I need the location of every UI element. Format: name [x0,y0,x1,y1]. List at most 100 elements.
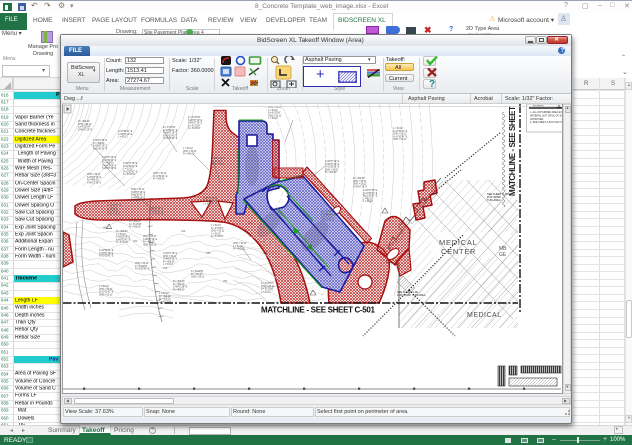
svg-text:CHD = 50.11': CHD = 50.11' [325,169,339,171]
svg-text:Δ = 6°22'54": Δ = 6°22'54" [163,126,176,129]
svg-text:CHD = 50.11': CHD = 50.11' [211,164,225,166]
svg-text:L = 50.12': L = 50.12' [261,291,272,293]
svg-text:S 48°07'19" E: S 48°07'19" E [149,208,164,210]
svg-text:N 41°52'41" E: N 41°52'41" E [116,239,131,241]
svg-text:CHD = 50.11': CHD = 50.11' [135,263,149,265]
svg-text:L = 50.12': L = 50.12' [116,234,127,236]
svg-text:R = 450.00': R = 450.00' [325,172,337,174]
svg-text:Δ = 6°22'54": Δ = 6°22'54" [129,223,142,226]
svg-text:L = 50.12': L = 50.12' [393,128,404,130]
svg-text:N 41°52'41" E: N 41°52'41" E [325,167,340,169]
svg-text:N 41°52'41" E: N 41°52'41" E [393,131,408,133]
svg-text:N 41°52'41" E: N 41°52'41" E [118,131,133,133]
svg-text:CHD = 50.11': CHD = 50.11' [87,174,101,176]
svg-text:L = 50.12': L = 50.12' [99,286,110,288]
svg-text:N 41°52'41" E: N 41°52'41" E [149,211,164,213]
svg-text:Δ = 6°22'54": Δ = 6°22'54" [321,210,334,213]
svg-text:Δ = 6°22'54": Δ = 6°22'54" [211,227,224,230]
svg-text:Δ = 6°22'54": Δ = 6°22'54" [135,265,148,268]
svg-text:S 48°07'19" E: S 48°07'19" E [118,134,133,136]
svg-text:R = 450.00': R = 450.00' [159,299,171,301]
svg-text:N 41°52'41" E: N 41°52'41" E [99,292,114,294]
svg-text:L = 50.12': L = 50.12' [118,137,129,139]
svg-text:S 48°07'19" E: S 48°07'19" E [163,259,178,261]
svg-text:N 41°52'41" E: N 41°52'41" E [393,136,408,138]
svg-text:S 48°07'19" E: S 48°07'19" E [163,253,178,255]
svg-text:S 48°07'19" E: S 48°07'19" E [123,163,138,165]
svg-text:N 41°52'41" E: N 41°52'41" E [123,166,138,168]
svg-text:Δ = 6°22'54": Δ = 6°22'54" [123,173,136,176]
svg-text:CHD = 50.11': CHD = 50.11' [99,289,113,291]
svg-text:S 48°07'19" E: S 48°07'19" E [211,158,226,160]
svg-text:N 41°52'41" E: N 41°52'41" E [321,214,336,216]
svg-text:Δ = 6°22'54": Δ = 6°22'54" [321,216,334,219]
svg-text:L = 50.12': L = 50.12' [123,169,134,171]
svg-text:N 41°52'41" E: N 41°52'41" E [99,250,114,252]
svg-text:R = 450.00': R = 450.00' [93,143,105,145]
svg-text:S 48°07'19" E: S 48°07'19" E [102,165,117,167]
svg-text:N 41°52'41" E: N 41°52'41" E [163,138,178,140]
svg-text:L = 50.12': L = 50.12' [268,110,279,112]
svg-text:L = 50.12': L = 50.12' [183,148,194,150]
svg-text:Δ = 6°22'54": Δ = 6°22'54" [116,241,129,244]
svg-text:CHD = 50.11': CHD = 50.11' [191,277,205,279]
svg-text:344: 344 [163,266,168,270]
svg-text:THIS AREA: THIS AREA [487,198,501,202]
svg-text:S 48°07'19" E: S 48°07'19" E [131,192,146,194]
svg-text:S 48°07'19" E: S 48°07'19" E [325,164,340,166]
svg-text:S 48°07'19" E: S 48°07'19" E [93,140,108,142]
svg-text:R = 450.00': R = 450.00' [87,180,99,182]
svg-text:S 48°07'19" E: S 48°07'19" E [87,177,102,179]
svg-text:CHD = 50.11': CHD = 50.11' [268,115,282,117]
svg-text:CHD = 50.11': CHD = 50.11' [393,134,407,136]
svg-text:L = 50.12': L = 50.12' [268,118,279,120]
svg-text:L = 50.12': L = 50.12' [107,208,118,210]
svg-text:352: 352 [223,279,228,283]
svg-text:N 41°52'41" E: N 41°52'41" E [102,160,117,162]
svg-text:N 41°52'41" E: N 41°52'41" E [135,269,150,271]
svg-text:MEDICAL: MEDICAL [467,312,502,319]
svg-text:CHD = 50.11': CHD = 50.11' [107,213,121,215]
svg-text:R = 450.00': R = 450.00' [131,200,143,202]
svg-text:S 48°07'19" E: S 48°07'19" E [78,129,93,131]
svg-text:L = 50.12': L = 50.12' [159,293,170,295]
svg-text:R = 450.00': R = 450.00' [353,178,365,180]
svg-text:Δ = 6°22'54": Δ = 6°22'54" [268,112,281,115]
svg-text:R = 450.00': R = 450.00' [163,261,175,263]
svg-text:?: ? [429,79,435,88]
svg-text:S 48°07'19" E: S 48°07'19" E [173,287,188,289]
svg-text:R = 450.00': R = 450.00' [173,289,185,291]
svg-text:S 48°07'19" E: S 48°07'19" E [143,239,158,241]
svg-text:R = 450.00': R = 450.00' [129,227,141,229]
svg-text:MATCHLINE - SEE SHEET: MATCHLINE - SEE SHEET [508,106,517,196]
svg-text:CHD = 50.11': CHD = 50.11' [393,139,407,141]
svg-text:R = 450.00': R = 450.00' [78,121,90,123]
svg-text:NOTES:: NOTES: [533,104,544,108]
svg-text:N 41°52'41" E: N 41°52'41" E [149,214,164,216]
svg-text:S 48°07'19" E: S 48°07'19" E [87,182,102,184]
svg-text:340: 340 [181,229,186,233]
svg-text:CHD = 50.11': CHD = 50.11' [321,219,335,221]
svg-text:R = 450.00': R = 450.00' [173,281,185,283]
svg-text:Δ = 6°22'54": Δ = 6°22'54" [261,282,274,285]
svg-text:Δ = 6°22'54": Δ = 6°22'54" [191,270,204,273]
svg-text:R = 450.00': R = 450.00' [107,211,119,213]
svg-text:N 41°52'41" E: N 41°52'41" E [153,176,168,178]
svg-text:N 41°52'41" E: N 41°52'41" E [99,256,114,258]
svg-text:R = 450.00': R = 450.00' [116,231,128,233]
svg-text:CHD = 50.11': CHD = 50.11' [183,151,197,153]
svg-text:CHD = 50.11': CHD = 50.11' [211,231,225,233]
svg-text:L = 50.12': L = 50.12' [163,264,174,266]
svg-text:MEDICAL: MEDICAL [439,238,477,247]
svg-text:GE: GE [499,252,507,258]
svg-text:R = 450.00': R = 450.00' [143,242,155,244]
svg-text:CHD = 50.11': CHD = 50.11' [78,124,92,126]
svg-text:S 48°07'19" E: S 48°07'19" E [116,237,131,239]
svg-text:S 48°07'19" E: S 48°07'19" E [188,120,203,122]
svg-text:CHD = 50.11': CHD = 50.11' [143,236,157,238]
svg-text:CENTER: CENTER [441,247,476,256]
svg-text:R = 450.00': R = 450.00' [153,179,165,181]
svg-text:S 48°07'19" E: S 48°07'19" E [93,146,108,148]
svg-text:342: 342 [133,239,138,243]
svg-text:Δ = 6°22'54": Δ = 6°22'54" [188,127,201,130]
